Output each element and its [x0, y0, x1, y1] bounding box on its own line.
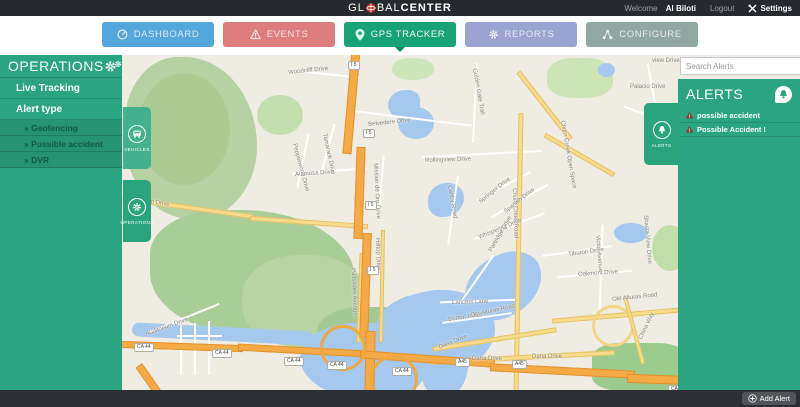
- bell-bubble-icon: [775, 85, 792, 103]
- warning-triangle-icon: [249, 29, 261, 40]
- operations-map-button[interactable]: OPERATIONS: [120, 180, 153, 242]
- add-alert-button[interactable]: Add Alert: [741, 392, 796, 405]
- street-label: view Drive: [652, 58, 680, 64]
- alerts-panel-header: ALERTS: [678, 79, 800, 109]
- road-shield: CA 44: [392, 367, 412, 376]
- operations-panel-title: OPERATIONS: [8, 58, 104, 74]
- logo-text-prefix: GL: [348, 2, 365, 14]
- share-nodes-icon: [603, 29, 613, 40]
- street-label: Dana Drive: [532, 354, 563, 360]
- road-shield: CA 44: [327, 361, 347, 370]
- street-label: Springer Drive: [478, 176, 512, 205]
- search-alerts-input[interactable]: [680, 57, 800, 75]
- street-label: Pepperwood Drive: [291, 143, 310, 193]
- alerts-panel: ALERTS possible accident Possible Accide…: [678, 79, 800, 390]
- gear-icon: [128, 197, 146, 216]
- street-label: Rollingview Drive: [425, 156, 472, 164]
- road-shield: I 5: [348, 61, 360, 70]
- alerts-panel-title: ALERTS: [686, 86, 744, 102]
- tab-configure[interactable]: CONFIGURE: [586, 22, 698, 47]
- road-shield: I 5: [363, 129, 375, 138]
- gear-icon: [488, 30, 498, 39]
- street-label: Shasta View Drive: [642, 215, 653, 265]
- alerts-map-button[interactable]: ALERTS: [644, 103, 679, 165]
- vehicles-map-button[interactable]: VEHICLES: [123, 107, 151, 169]
- tab-gps-tracker[interactable]: GPS TRACKER: [344, 22, 456, 52]
- street-label: Lancers Lane: [452, 298, 489, 306]
- username: Al Biloti: [665, 3, 696, 13]
- welcome-text: Welcome Al Biloti: [624, 3, 696, 13]
- top-bar: GL BAL CENTER Welcome Al Biloti Logout S…: [0, 0, 800, 16]
- road-shield: CA 44: [212, 349, 232, 358]
- tab-dashboard[interactable]: DASHBOARD: [102, 22, 214, 47]
- sidebar-subitem-geofencing[interactable]: » Geofencing: [0, 120, 122, 136]
- street-label: Alamosa Drive: [295, 169, 335, 178]
- tab-events[interactable]: EVENTS: [223, 22, 335, 47]
- gauge-icon: [117, 29, 128, 40]
- road-shield: CA 44: [284, 357, 304, 366]
- globe-icon: [366, 3, 376, 13]
- app-logo: GL BAL CENTER: [348, 2, 452, 14]
- bottom-bar: Add Alert: [0, 390, 800, 407]
- logo-text-bold: CENTER: [400, 2, 452, 14]
- road-shield: A45: [455, 358, 470, 367]
- road-shield: I 5: [365, 201, 377, 210]
- road-shield: A45: [512, 360, 527, 369]
- tab-reports[interactable]: REPORTS: [465, 22, 577, 47]
- gears-icon[interactable]: [104, 60, 122, 73]
- street-label: Dana Drive: [472, 356, 503, 362]
- sidebar-item-live-tracking[interactable]: Live Tracking: [0, 78, 122, 99]
- alerts-sidebar: ALERTS possible accident: [678, 55, 800, 390]
- sidebar-subitem-possible-accident[interactable]: » Possible accident: [0, 136, 122, 152]
- road-shield: I 5: [367, 266, 379, 275]
- bus-icon: [128, 124, 146, 143]
- alert-list-item[interactable]: possible accident: [678, 109, 800, 123]
- alert-warning-icon: [686, 112, 693, 119]
- operations-sidebar: OPERATIONS Live Tracking Alert type » Ge…: [0, 55, 122, 390]
- bell-icon: [652, 120, 671, 139]
- road-shield: CA 44: [134, 343, 154, 352]
- logout-link[interactable]: Logout: [710, 4, 734, 13]
- alert-warning-icon: [686, 126, 693, 133]
- map-marker-icon: [355, 28, 365, 41]
- settings-link[interactable]: Settings: [748, 4, 792, 13]
- sidebar-item-alert-type[interactable]: Alert type: [0, 99, 122, 120]
- street-label: Old Alturas Road: [612, 292, 658, 303]
- wrench-icon: [748, 3, 757, 12]
- operations-panel-header: OPERATIONS: [0, 55, 122, 78]
- logo-text-mid: BAL: [376, 2, 401, 14]
- plus-circle-icon: [747, 394, 757, 403]
- main-nav: DASHBOARD EVENTS GPS TRACKER REPORTS CON…: [0, 16, 800, 55]
- street-label: Palacio Drive: [630, 84, 666, 90]
- alert-list-item[interactable]: Possible Accident !: [678, 123, 800, 137]
- content-area: Woodcliff Drive Belvedere Drive Tamarack D…: [0, 55, 800, 390]
- sidebar-subitem-dvr[interactable]: » DVR: [0, 152, 122, 168]
